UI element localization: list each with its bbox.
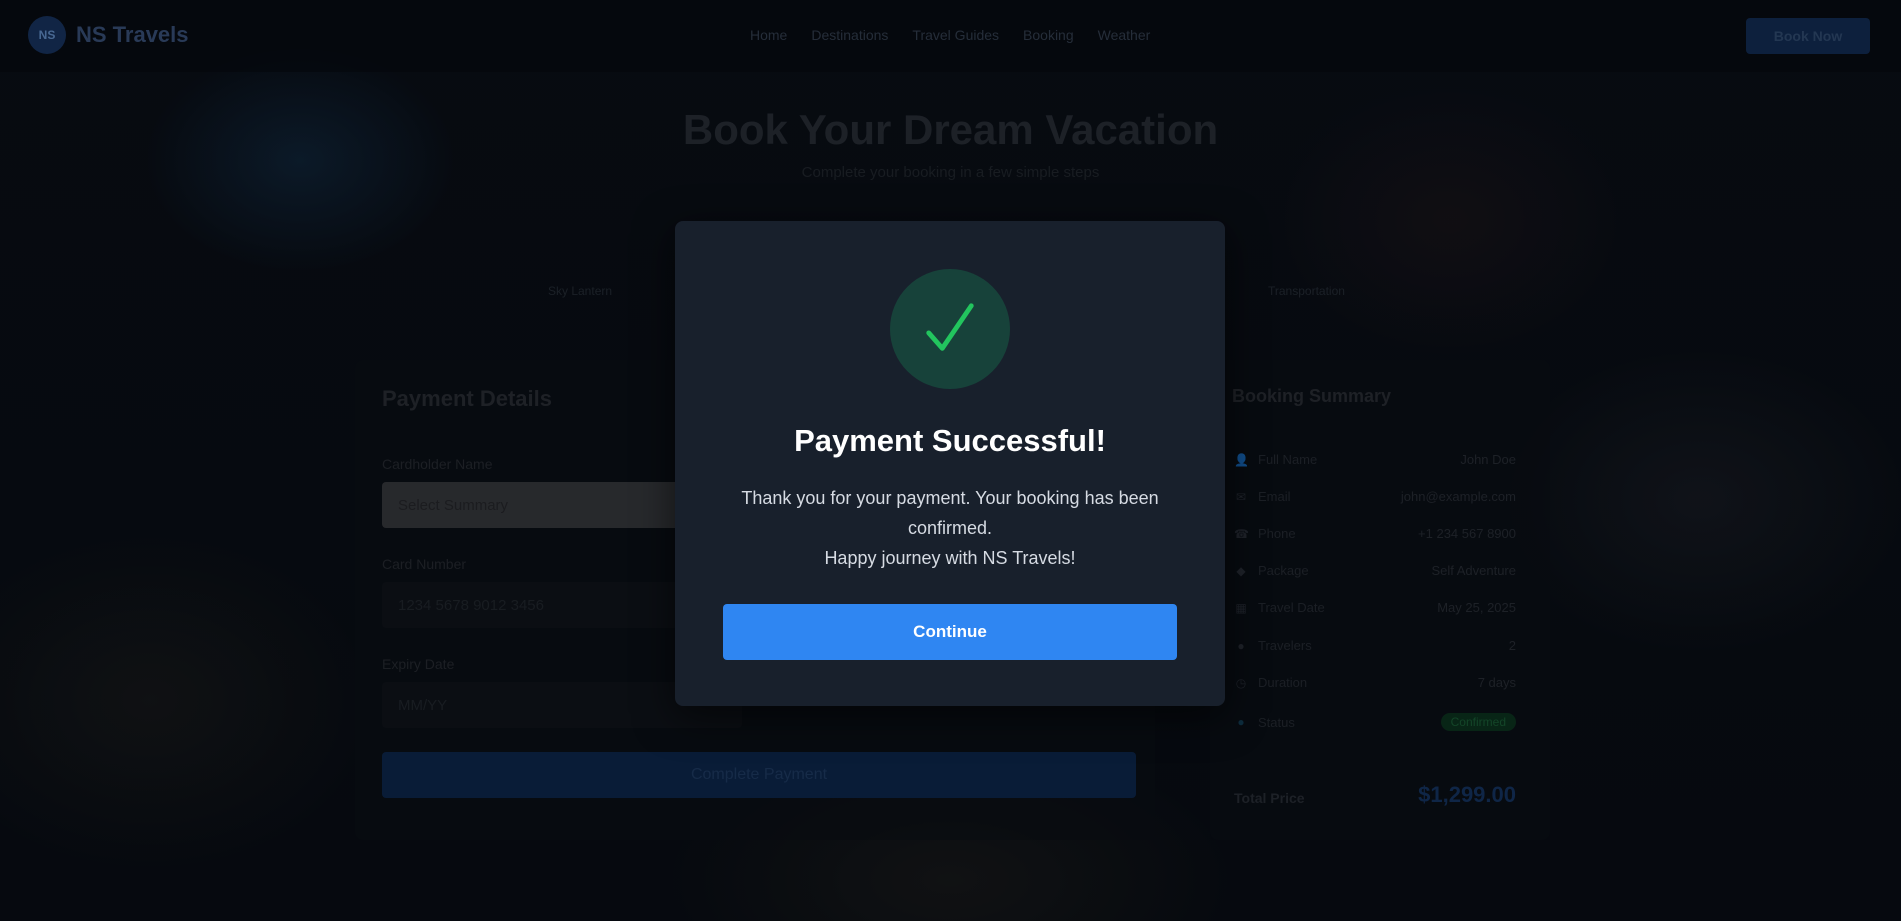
modal-message-line-1: Thank you for your payment. Your booking… — [741, 488, 1159, 538]
modal-title: Payment Successful! — [794, 423, 1106, 458]
modal-message: Thank you for your payment. Your booking… — [715, 483, 1185, 573]
success-badge — [890, 269, 1010, 389]
payment-success-modal: Payment Successful! Thank you for your p… — [675, 221, 1225, 706]
modal-message-line-2: Happy journey with NS Travels! — [824, 548, 1076, 568]
continue-button[interactable]: Continue — [723, 604, 1177, 660]
checkmark-icon — [926, 303, 974, 351]
